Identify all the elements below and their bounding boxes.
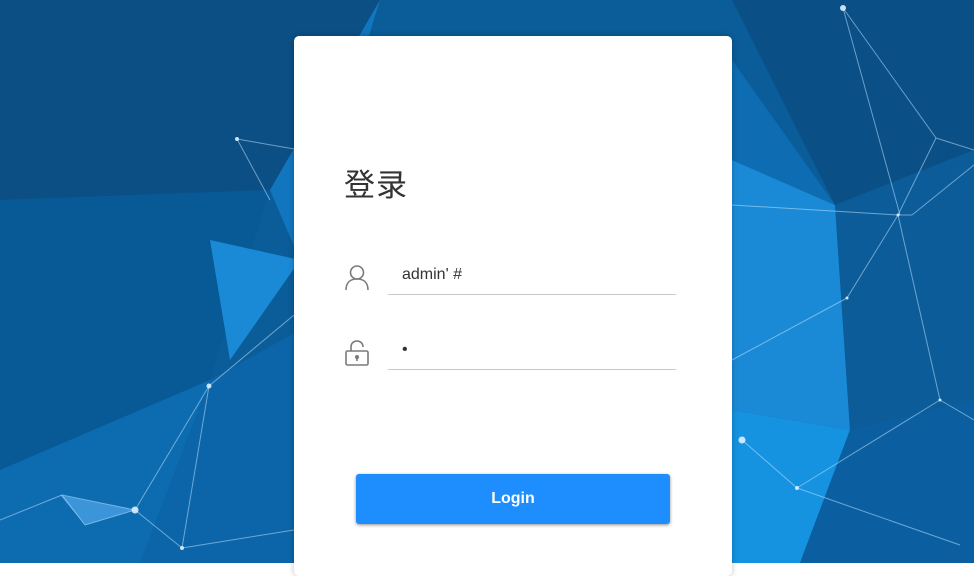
username-input[interactable]	[388, 260, 672, 290]
password-input[interactable]	[388, 335, 672, 365]
password-field-container	[388, 335, 676, 370]
login-button[interactable]: Login	[356, 474, 670, 524]
username-field-container	[388, 260, 676, 295]
user-icon	[344, 264, 370, 292]
unlock-icon	[344, 339, 370, 367]
login-title: 登录	[344, 168, 408, 204]
login-card: 登录 Login	[294, 36, 732, 576]
